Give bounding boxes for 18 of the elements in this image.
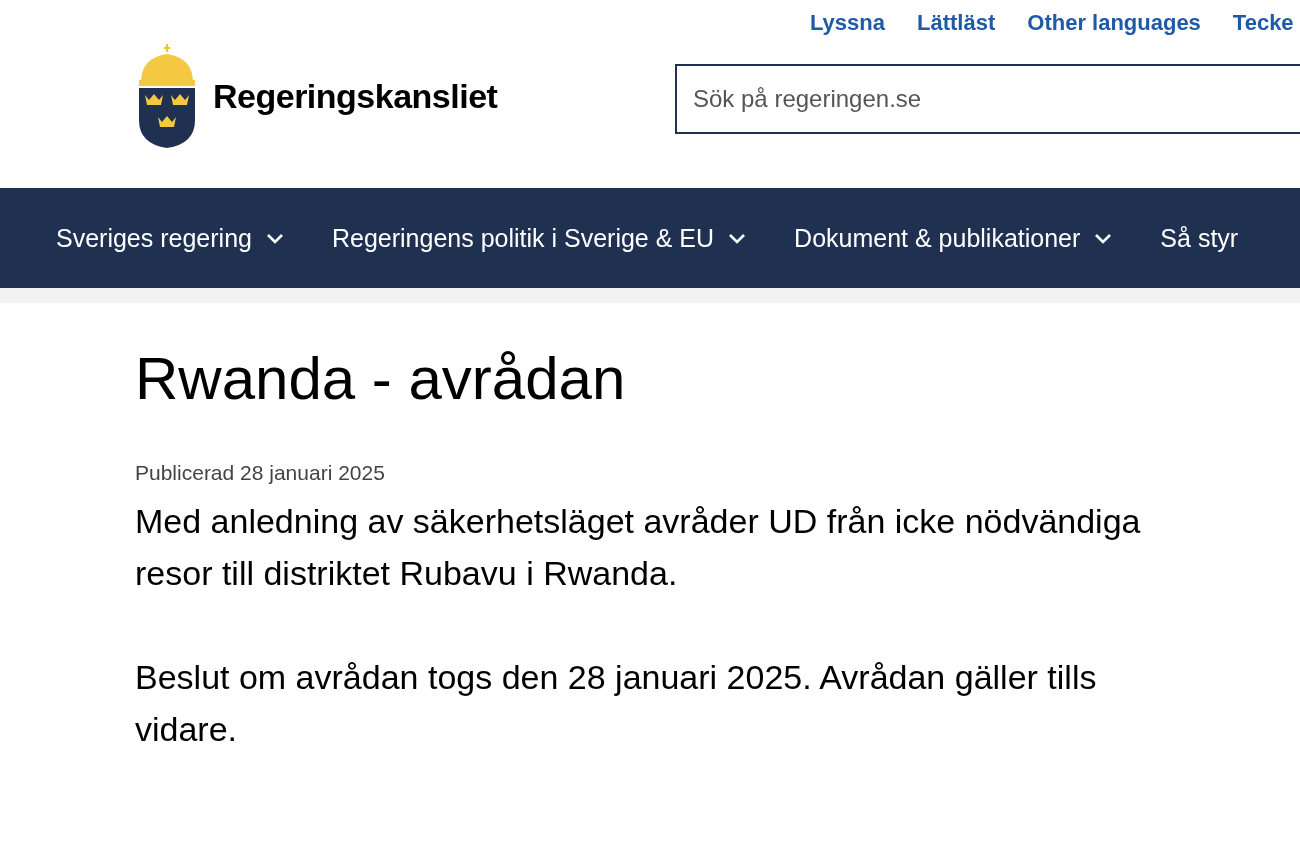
logo-text: Regeringskansliet <box>213 76 498 116</box>
crest-logo-icon <box>137 44 197 148</box>
top-link[interactable]: Other languages <box>1027 10 1201 36</box>
top-link[interactable]: Lättläst <box>917 10 996 36</box>
nav-menu-item[interactable]: Sveriges regering <box>56 223 284 253</box>
publish-date: Publicerad 28 januari 2025 <box>135 461 386 485</box>
chevron-down-icon <box>265 232 284 244</box>
search-field[interactable]: Sök på regeringen.se <box>675 64 1300 134</box>
top-link[interactable]: Tecke <box>1232 10 1294 36</box>
chevron-down-icon <box>1094 232 1113 244</box>
body-paragraph: Med anledning av säkerhetsläget avråder UD från icke nödvändiga resor till distriktet Rubavu i Rwanda. <box>135 501 1142 594</box>
body-paragraph: Beslut om avrådan togs den 28 januari 2025. Avrådan gäller tills vidare. <box>135 657 1098 750</box>
top-link[interactable]: Lyssna <box>810 10 885 36</box>
page-title: Rwanda - avrådan <box>135 344 627 414</box>
nav-menu-item[interactable]: Regeringens politik i Sverige & EU <box>331 223 747 253</box>
chevron-down-icon <box>728 232 747 244</box>
nav-menu-item[interactable]: Dokument & publikationer <box>794 223 1113 253</box>
nav-menu-item[interactable]: Så styr <box>1160 223 1239 253</box>
